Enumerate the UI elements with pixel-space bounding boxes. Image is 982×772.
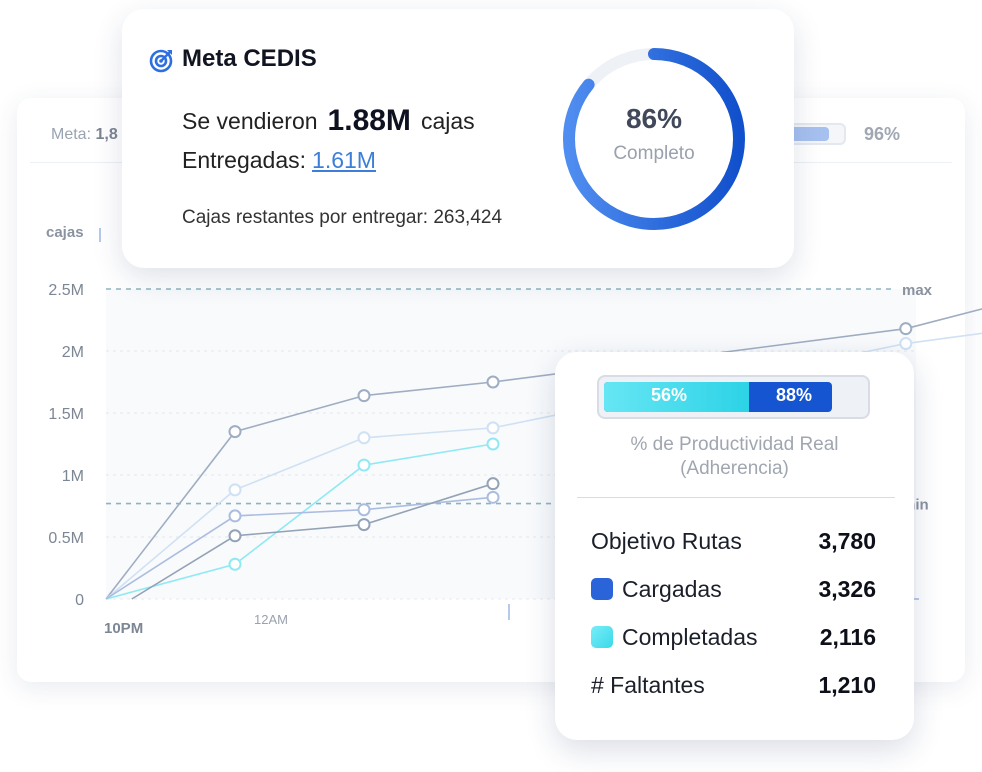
remaining-text: Cajas restantes por entregar: 263,424 xyxy=(182,207,503,228)
data-point xyxy=(357,518,371,532)
delivered-label: Entregadas: xyxy=(182,147,307,173)
reference-label-max: max xyxy=(902,282,933,299)
real-percent: 56% xyxy=(651,385,688,405)
stat-row-faltantes: # Faltantes 1,210 xyxy=(591,672,876,702)
stat-value: 3,780 xyxy=(818,528,876,554)
stat-label: Completadas xyxy=(622,624,758,650)
y-tick-label: 1M xyxy=(62,468,84,485)
sold-prefix: Se vendieron xyxy=(182,108,318,134)
data-point xyxy=(357,458,371,472)
data-point xyxy=(357,431,371,445)
data-point xyxy=(228,529,242,543)
meta-cedis-card: Meta CEDIS Se vendieron 1.88M cajas Entreg… xyxy=(122,9,794,268)
data-point xyxy=(228,425,242,439)
data-point xyxy=(486,375,500,389)
productivity-divider xyxy=(577,497,895,498)
data-point xyxy=(899,337,913,351)
delivered-link[interactable]: 1.61M xyxy=(312,147,376,173)
sold-suffix: cajas xyxy=(420,108,475,134)
stat-label: Cargadas xyxy=(622,576,722,602)
data-point xyxy=(228,483,242,497)
stat-value: 2,116 xyxy=(819,624,876,650)
data-point xyxy=(486,421,500,435)
data-point xyxy=(357,503,371,517)
total-percent: 88% xyxy=(776,385,813,405)
data-point xyxy=(228,557,242,571)
data-point xyxy=(486,437,500,451)
productivity-bar xyxy=(597,375,870,419)
y-tick-label: 1.5M xyxy=(48,406,84,423)
sold-value: 1.88M xyxy=(327,104,411,137)
ring-percent: 86% xyxy=(625,103,683,134)
y-tick-label: 0 xyxy=(75,592,84,609)
completion-ring xyxy=(563,48,745,230)
caption-line-1: % de Productividad Real xyxy=(630,434,839,455)
x-tick-label: 10PM xyxy=(104,620,143,637)
data-point xyxy=(228,509,242,523)
card-title: Meta CEDIS xyxy=(182,45,317,72)
stat-row-cargadas: Cargadas 3,326 xyxy=(591,576,876,606)
target-icon xyxy=(149,49,173,73)
stat-row-completadas: Completadas 2,116 xyxy=(591,624,876,654)
data-point xyxy=(357,389,371,403)
data-point xyxy=(899,322,913,336)
productivity-caption: % de Productividad Real (Adherencia) xyxy=(555,433,914,481)
stat-label: Objetivo Rutas xyxy=(591,528,742,554)
caption-line-2: (Adherencia) xyxy=(680,458,789,479)
stat-row-objetivo: Objetivo Rutas 3,780 xyxy=(591,528,876,558)
sold-line: Se vendieron 1.88M cajas xyxy=(182,103,475,137)
completadas-swatch xyxy=(591,626,613,648)
y-tick-label: 2.5M xyxy=(48,282,84,299)
data-point xyxy=(486,477,500,491)
x-tick-label: 12AM xyxy=(254,612,288,627)
ring-label: Completo xyxy=(613,143,695,164)
y-tick-label: 2M xyxy=(62,344,84,361)
stat-label: # Faltantes xyxy=(591,672,705,698)
y-tick-label: 0.5M xyxy=(48,530,84,547)
stat-value: 3,326 xyxy=(818,576,876,602)
data-point xyxy=(486,490,500,504)
delivered-line: Entregadas: 1.61M xyxy=(182,147,376,174)
productivity-card: 56% 88% % de Productividad Real (Adheren… xyxy=(555,352,914,740)
cargadas-swatch xyxy=(591,578,613,600)
stat-value: 1,210 xyxy=(818,672,876,698)
